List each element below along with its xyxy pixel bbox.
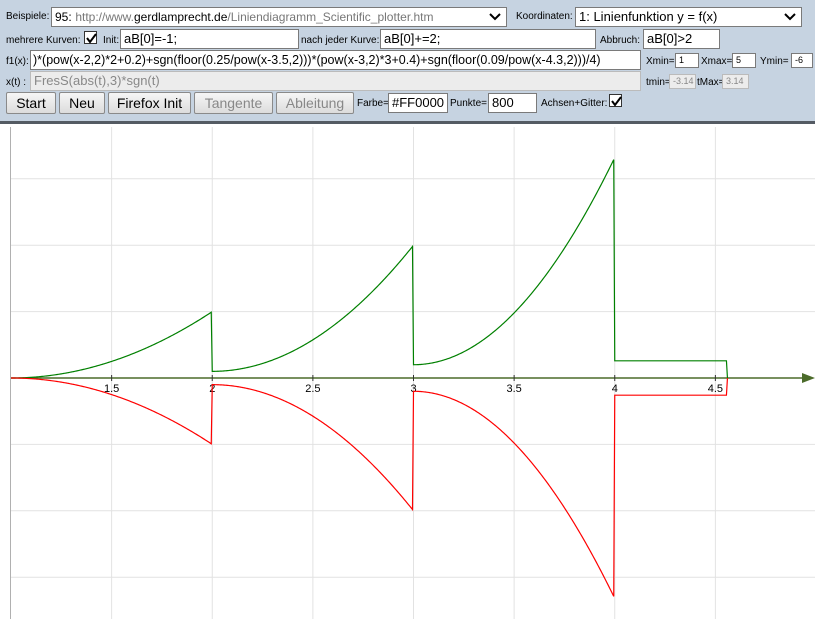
koordinaten-value: 1: Linienfunktion y = f(x) — [579, 9, 718, 24]
farbe-label: Farbe= — [357, 98, 389, 109]
xmin-label: Xmin= — [646, 56, 675, 67]
tmin-label: tmin= — [646, 77, 671, 88]
start-button[interactable]: Start — [6, 92, 56, 114]
f1-input[interactable]: )*(pow(x-2,2)*2+0.2)+sgn(floor(0.25/pow(… — [30, 50, 641, 70]
init-input[interactable]: aB[0]=-1; — [120, 29, 299, 49]
beispiele-number: 95: — [55, 10, 72, 24]
series-line-2 — [11, 377, 729, 597]
xt-label: x(t) : — [6, 77, 26, 88]
init-label: Init: — [103, 35, 120, 46]
mehrere-kurven-label: mehrere Kurven: — [6, 35, 81, 46]
f1-label: f1(x): — [6, 56, 29, 67]
xt-input[interactable]: FresS(abs(t),3)*sgn(t) — [30, 71, 641, 91]
farbe-input[interactable]: #FF0000 — [388, 93, 448, 113]
mehrere-kurven-checkbox[interactable] — [84, 31, 97, 44]
x-tick-label: 4 — [612, 383, 618, 395]
punkte-label: Punkte= — [450, 98, 487, 109]
firefox-init-button[interactable]: Firefox Init — [108, 92, 191, 114]
tangente-button[interactable]: Tangente — [194, 92, 273, 114]
tmax-input[interactable]: 3.14 — [722, 74, 749, 89]
achsen-gitter-checkbox[interactable] — [609, 94, 622, 107]
function-plot: 1.5 2 2.5 3 3.5 4 4.5 — [11, 127, 815, 619]
nach-jeder-kurve-input[interactable]: aB[0]+=2; — [380, 29, 596, 49]
abbruch-label: Abbruch: — [600, 35, 641, 46]
xmax-input[interactable]: 5 — [732, 53, 756, 68]
beispiele-label: Beispiele: — [6, 11, 50, 22]
abbruch-input[interactable]: aB[0]>2 — [643, 29, 720, 49]
chevron-down-icon — [488, 9, 502, 25]
plot-area: 1.5 2 2.5 3 3.5 4 4.5 — [10, 127, 815, 619]
nach-jeder-kurve-label: nach jeder Kurve: — [301, 35, 380, 46]
koordinaten-select[interactable]: 1: Linienfunktion y = f(x) — [575, 7, 802, 27]
xmax-label: Xmax= — [701, 56, 733, 67]
ymin-label: Ymin= — [760, 56, 789, 67]
punkte-input[interactable]: 800 — [488, 93, 537, 113]
tmin-input[interactable]: -3.14 — [669, 74, 696, 89]
x-axis-arrow — [802, 373, 815, 383]
beispiele-url-domain: gerdlamprecht.de — [134, 10, 228, 24]
x-tick-label: 3.5 — [506, 383, 521, 395]
beispiele-url-prefix: http://www. — [75, 10, 134, 24]
beispiele-url-path: /Liniendiagramm_Scientific_plotter.htm — [227, 10, 434, 24]
x-tick-label: 2.5 — [305, 383, 320, 395]
ymin-input[interactable]: -6 — [791, 53, 813, 68]
control-panel: Beispiele: 95: http://www.gerdlamprecht.… — [0, 0, 815, 124]
ableitung-button[interactable]: Ableitung — [276, 92, 354, 114]
achsen-gitter-label: Achsen+Gitter: — [541, 98, 608, 109]
x-tick-label: 4.5 — [708, 383, 723, 395]
beispiele-select[interactable]: 95: http://www.gerdlamprecht.de/Liniendi… — [51, 7, 507, 27]
koordinaten-label: Koordinaten: — [516, 11, 573, 22]
tmax-label: tMax= — [697, 77, 725, 88]
neu-button[interactable]: Neu — [59, 92, 105, 114]
chevron-down-icon — [783, 9, 797, 25]
xmin-input[interactable]: 1 — [675, 53, 699, 68]
series-line-1 — [11, 159, 729, 379]
